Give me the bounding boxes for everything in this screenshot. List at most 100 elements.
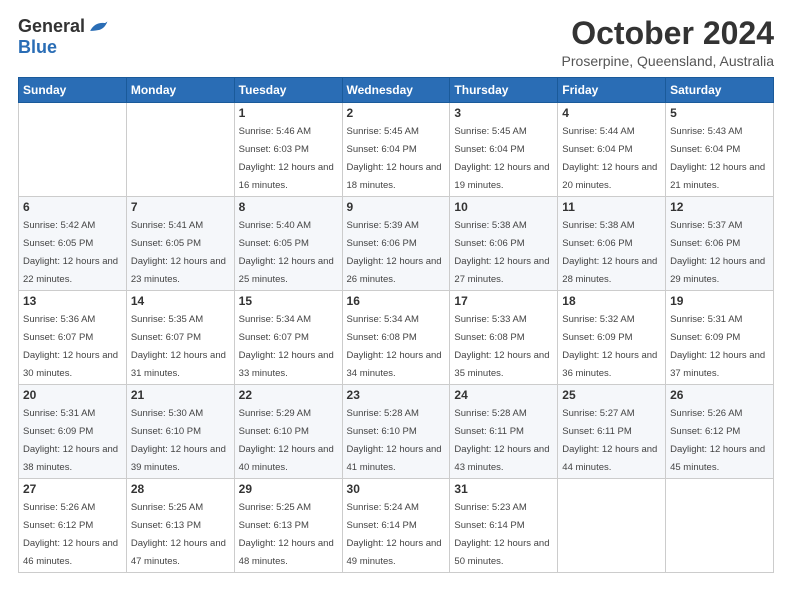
day-sunrise: Sunrise: 5:25 AM [131,502,203,513]
day-daylight: Daylight: 12 hours and 45 minutes. [670,444,765,473]
day-daylight: Daylight: 12 hours and 43 minutes. [454,444,549,473]
day-sunrise: Sunrise: 5:28 AM [454,408,526,419]
day-daylight: Daylight: 12 hours and 30 minutes. [23,350,118,379]
table-row: 21 Sunrise: 5:30 AM Sunset: 6:10 PM Dayl… [126,385,234,479]
table-row: 11 Sunrise: 5:38 AM Sunset: 6:06 PM Dayl… [558,197,666,291]
day-daylight: Daylight: 12 hours and 50 minutes. [454,538,549,567]
day-daylight: Daylight: 12 hours and 27 minutes. [454,256,549,285]
day-sunrise: Sunrise: 5:38 AM [454,220,526,231]
day-sunrise: Sunrise: 5:28 AM [347,408,419,419]
day-number: 9 [347,200,446,214]
day-sunrise: Sunrise: 5:40 AM [239,220,311,231]
day-sunset: Sunset: 6:09 PM [562,332,632,343]
day-number: 17 [454,294,553,308]
table-row [19,103,127,197]
table-row: 12 Sunrise: 5:37 AM Sunset: 6:06 PM Dayl… [666,197,774,291]
day-sunset: Sunset: 6:07 PM [23,332,93,343]
day-daylight: Daylight: 12 hours and 46 minutes. [23,538,118,567]
day-number: 31 [454,482,553,496]
table-row: 22 Sunrise: 5:29 AM Sunset: 6:10 PM Dayl… [234,385,342,479]
day-number: 3 [454,106,553,120]
day-number: 12 [670,200,769,214]
table-row: 7 Sunrise: 5:41 AM Sunset: 6:05 PM Dayli… [126,197,234,291]
week-row-4: 20 Sunrise: 5:31 AM Sunset: 6:09 PM Dayl… [19,385,774,479]
logo: General Blue [18,16,109,58]
day-sunrise: Sunrise: 5:39 AM [347,220,419,231]
day-sunrise: Sunrise: 5:31 AM [23,408,95,419]
day-daylight: Daylight: 12 hours and 31 minutes. [131,350,226,379]
day-number: 23 [347,388,446,402]
day-sunrise: Sunrise: 5:25 AM [239,502,311,513]
day-number: 6 [23,200,122,214]
day-sunrise: Sunrise: 5:42 AM [23,220,95,231]
day-daylight: Daylight: 12 hours and 48 minutes. [239,538,334,567]
header-tuesday: Tuesday [234,78,342,103]
day-sunset: Sunset: 6:04 PM [454,144,524,155]
day-daylight: Daylight: 12 hours and 26 minutes. [347,256,442,285]
day-sunset: Sunset: 6:14 PM [347,520,417,531]
day-sunrise: Sunrise: 5:33 AM [454,314,526,325]
day-sunrise: Sunrise: 5:45 AM [454,126,526,137]
day-daylight: Daylight: 12 hours and 19 minutes. [454,162,549,191]
day-sunrise: Sunrise: 5:34 AM [347,314,419,325]
day-number: 16 [347,294,446,308]
day-sunrise: Sunrise: 5:26 AM [670,408,742,419]
day-number: 28 [131,482,230,496]
day-number: 29 [239,482,338,496]
day-daylight: Daylight: 12 hours and 39 minutes. [131,444,226,473]
day-number: 13 [23,294,122,308]
day-number: 27 [23,482,122,496]
day-daylight: Daylight: 12 hours and 23 minutes. [131,256,226,285]
day-daylight: Daylight: 12 hours and 20 minutes. [562,162,657,191]
table-row: 31 Sunrise: 5:23 AM Sunset: 6:14 PM Dayl… [450,479,558,573]
logo-blue-text: Blue [18,37,57,58]
table-row: 4 Sunrise: 5:44 AM Sunset: 6:04 PM Dayli… [558,103,666,197]
day-sunset: Sunset: 6:08 PM [454,332,524,343]
day-number: 4 [562,106,661,120]
day-daylight: Daylight: 12 hours and 29 minutes. [670,256,765,285]
day-sunset: Sunset: 6:09 PM [670,332,740,343]
logo-bird-icon [87,18,109,36]
table-row: 18 Sunrise: 5:32 AM Sunset: 6:09 PM Dayl… [558,291,666,385]
day-number: 26 [670,388,769,402]
day-daylight: Daylight: 12 hours and 33 minutes. [239,350,334,379]
table-row: 24 Sunrise: 5:28 AM Sunset: 6:11 PM Dayl… [450,385,558,479]
day-sunset: Sunset: 6:04 PM [670,144,740,155]
day-sunrise: Sunrise: 5:27 AM [562,408,634,419]
table-row: 5 Sunrise: 5:43 AM Sunset: 6:04 PM Dayli… [666,103,774,197]
day-sunset: Sunset: 6:14 PM [454,520,524,531]
day-sunrise: Sunrise: 5:46 AM [239,126,311,137]
day-number: 18 [562,294,661,308]
day-number: 30 [347,482,446,496]
table-row: 29 Sunrise: 5:25 AM Sunset: 6:13 PM Dayl… [234,479,342,573]
day-number: 14 [131,294,230,308]
day-sunset: Sunset: 6:05 PM [239,238,309,249]
day-number: 25 [562,388,661,402]
logo-general-text: General [18,16,85,37]
day-sunrise: Sunrise: 5:38 AM [562,220,634,231]
day-sunrise: Sunrise: 5:24 AM [347,502,419,513]
table-row: 27 Sunrise: 5:26 AM Sunset: 6:12 PM Dayl… [19,479,127,573]
day-sunset: Sunset: 6:09 PM [23,426,93,437]
table-row: 9 Sunrise: 5:39 AM Sunset: 6:06 PM Dayli… [342,197,450,291]
table-row: 1 Sunrise: 5:46 AM Sunset: 6:03 PM Dayli… [234,103,342,197]
day-sunrise: Sunrise: 5:29 AM [239,408,311,419]
day-sunrise: Sunrise: 5:41 AM [131,220,203,231]
day-sunrise: Sunrise: 5:44 AM [562,126,634,137]
table-row: 13 Sunrise: 5:36 AM Sunset: 6:07 PM Dayl… [19,291,127,385]
table-row: 25 Sunrise: 5:27 AM Sunset: 6:11 PM Dayl… [558,385,666,479]
table-row: 28 Sunrise: 5:25 AM Sunset: 6:13 PM Dayl… [126,479,234,573]
day-sunset: Sunset: 6:04 PM [347,144,417,155]
weekday-header-row: Sunday Monday Tuesday Wednesday Thursday… [19,78,774,103]
day-number: 7 [131,200,230,214]
day-sunrise: Sunrise: 5:43 AM [670,126,742,137]
day-sunset: Sunset: 6:06 PM [454,238,524,249]
header: General Blue October 2024 Proserpine, Qu… [18,16,774,69]
day-daylight: Daylight: 12 hours and 38 minutes. [23,444,118,473]
week-row-3: 13 Sunrise: 5:36 AM Sunset: 6:07 PM Dayl… [19,291,774,385]
day-daylight: Daylight: 12 hours and 47 minutes. [131,538,226,567]
day-sunset: Sunset: 6:10 PM [347,426,417,437]
day-sunrise: Sunrise: 5:36 AM [23,314,95,325]
day-daylight: Daylight: 12 hours and 41 minutes. [347,444,442,473]
day-sunset: Sunset: 6:10 PM [239,426,309,437]
